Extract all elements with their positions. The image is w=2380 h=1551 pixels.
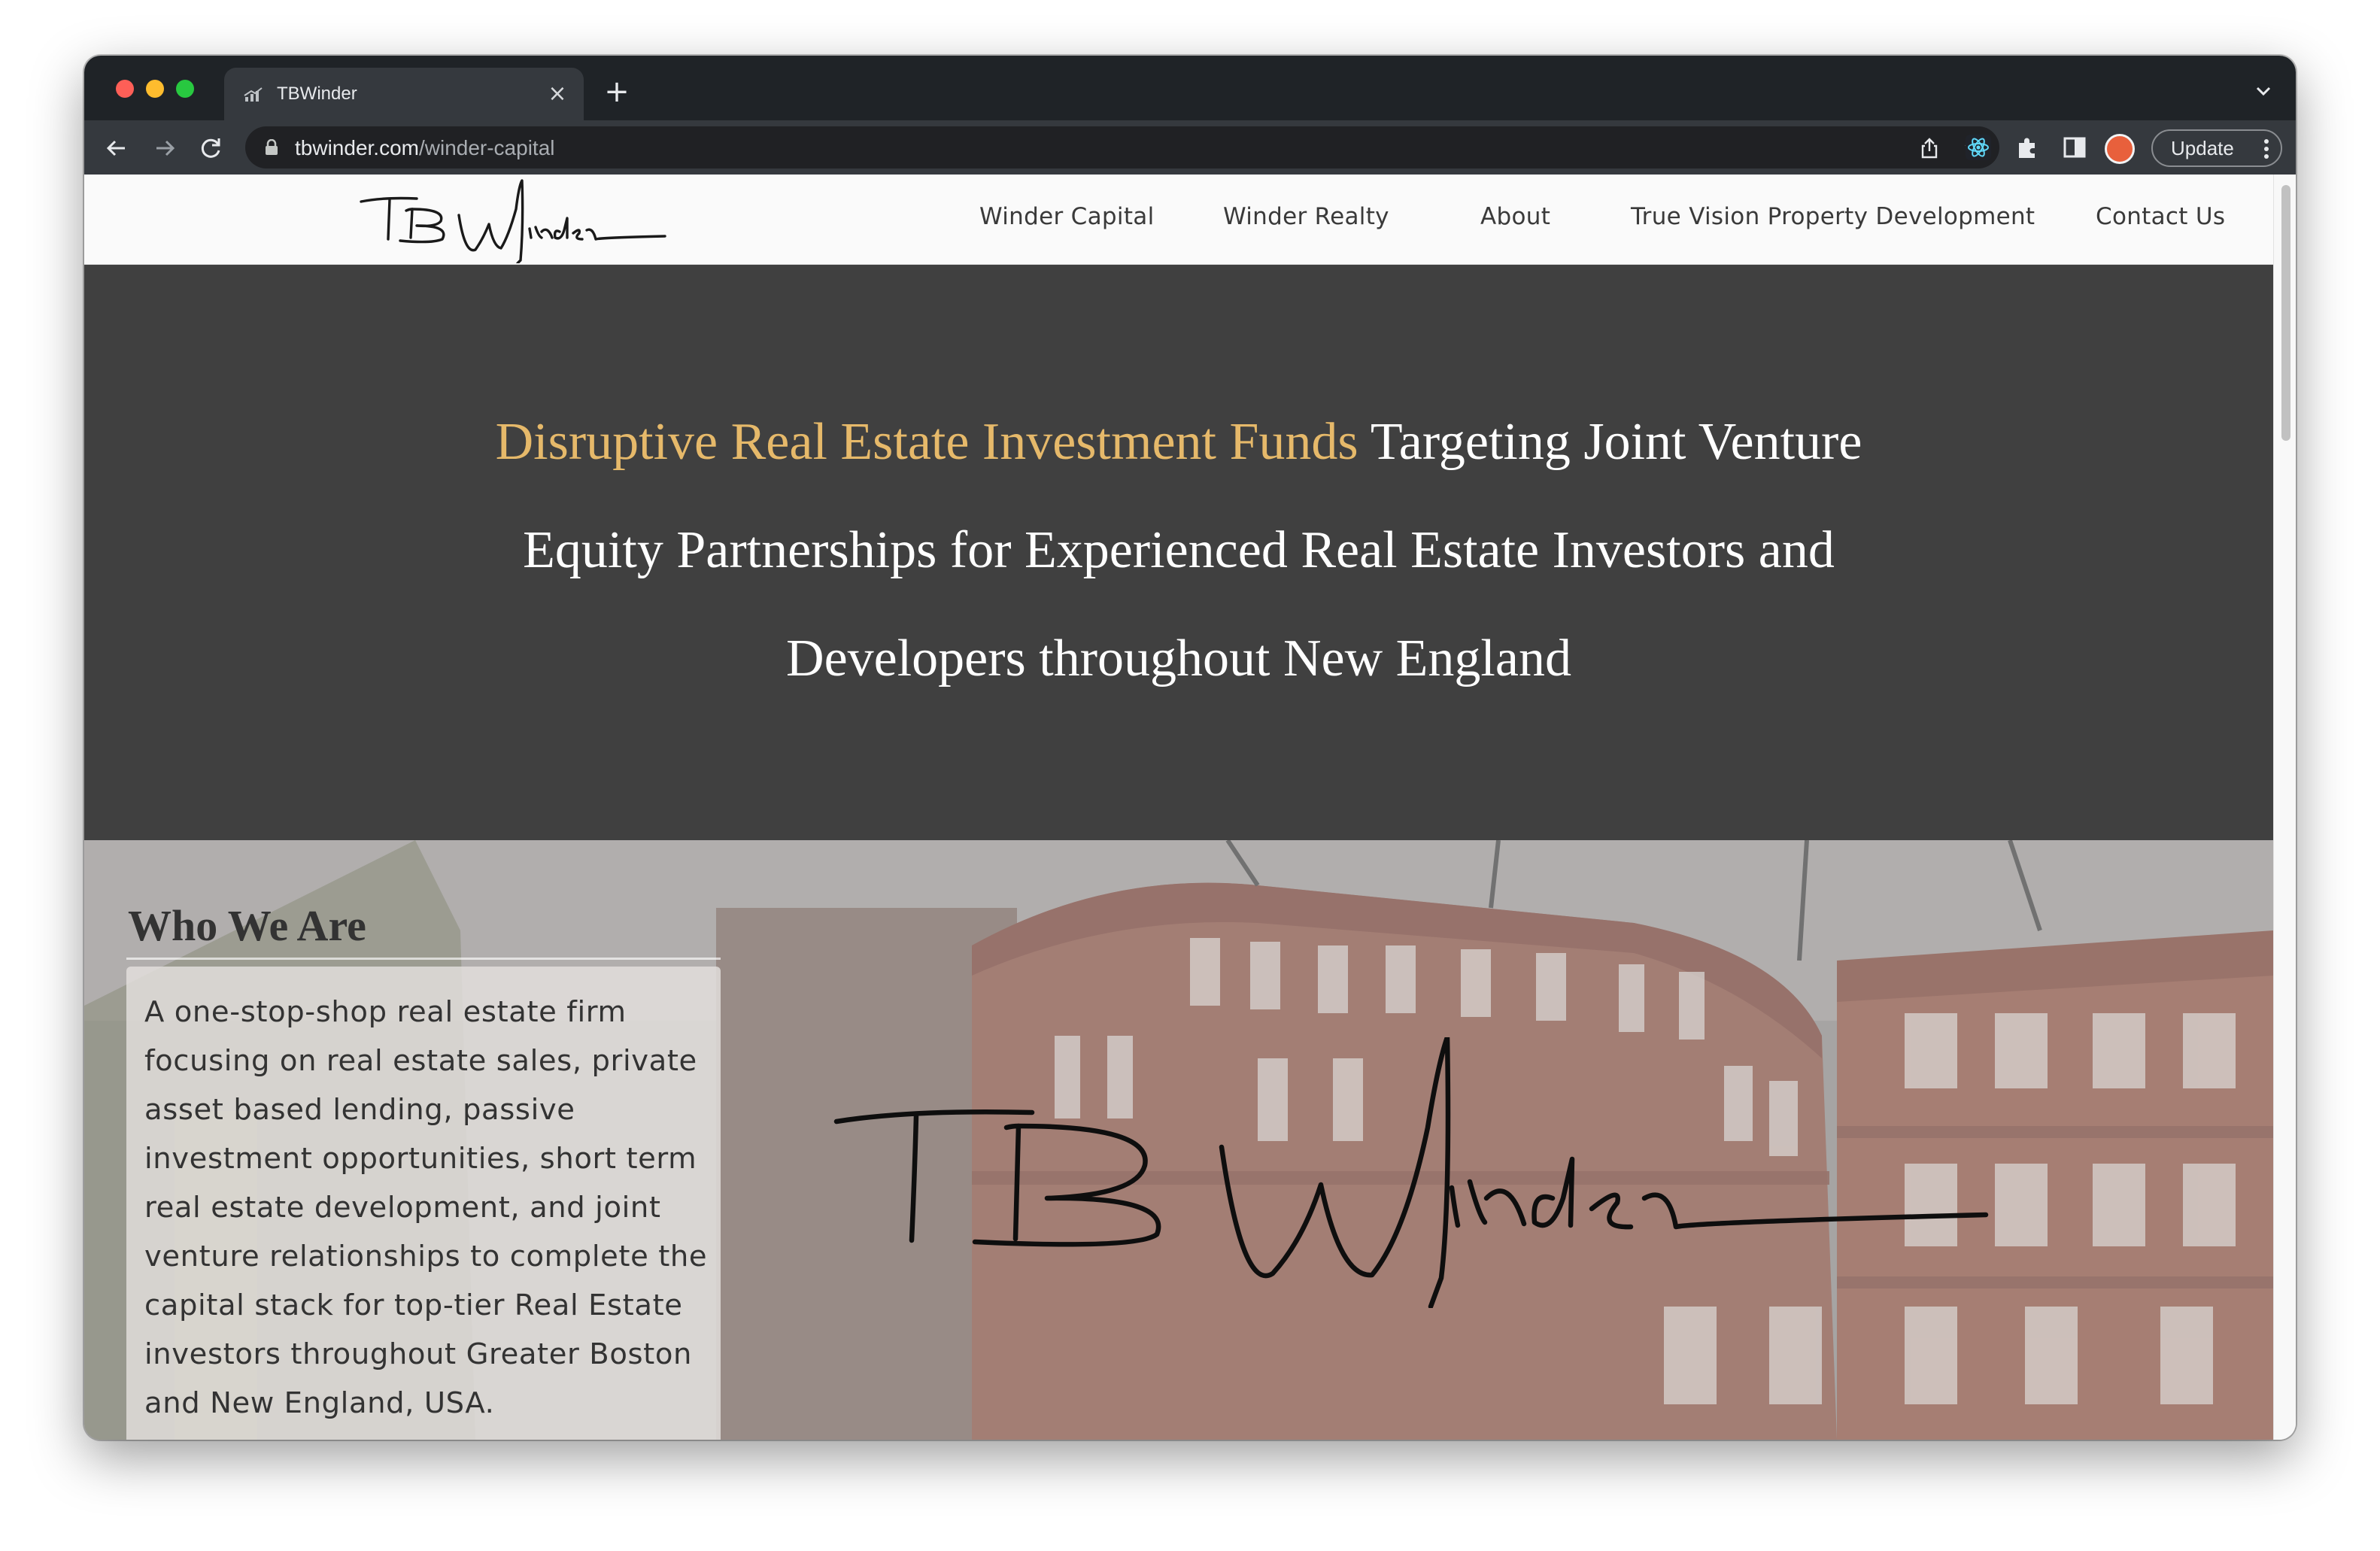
tbwinder-signature-logo <box>833 1037 1989 1308</box>
extensions-icon[interactable] <box>2014 134 2042 161</box>
nav-winder-realty[interactable]: Winder Realty <box>1223 203 1389 230</box>
nav-true-vision[interactable]: True Vision Property Development <box>1631 203 2035 230</box>
nav-winder-capital[interactable]: Winder Capital <box>979 203 1154 230</box>
new-tab-button[interactable]: + <box>602 77 632 108</box>
page-scrollbar[interactable] <box>2273 175 2296 1440</box>
who-we-are-title: Who We Are <box>128 901 366 950</box>
page-viewport: Winder Capital Winder Realty About True … <box>84 175 2296 1440</box>
close-window-button[interactable] <box>116 80 134 98</box>
tab-close-icon[interactable]: × <box>545 81 570 107</box>
hero-heading: Disruptive Real Estate Investment Funds … <box>475 388 1882 713</box>
react-devtools-icon[interactable] <box>1965 134 1992 161</box>
nav-about[interactable]: About <box>1480 203 1550 230</box>
browser-toolbar: tbwinder.com/winder-capital Update <box>84 120 2296 175</box>
sidebar-icon[interactable] <box>2061 134 2088 161</box>
reload-icon[interactable] <box>199 135 224 161</box>
tab-strip: TBWinder × + <box>84 56 2296 120</box>
forward-arrow-icon[interactable] <box>152 135 178 161</box>
update-button[interactable]: Update <box>2151 129 2282 167</box>
site-header: Winder Capital Winder Realty About True … <box>84 175 2273 265</box>
scrollbar-thumb[interactable] <box>2281 185 2290 441</box>
more-icon[interactable] <box>2263 138 2270 159</box>
tab-title: TBWinder <box>277 83 357 104</box>
nav-contact-us[interactable]: Contact Us <box>2096 203 2225 230</box>
hero-accent-text: Disruptive Real Estate Investment Funds <box>495 413 1358 471</box>
favicon-icon <box>244 87 263 102</box>
who-we-are-text: A one-stop-shop real estate firm focusin… <box>144 995 708 1420</box>
url-text[interactable]: tbwinder.com/winder-capital <box>295 136 555 160</box>
share-icon[interactable] <box>1918 137 1941 159</box>
tbwinder-logo[interactable] <box>357 179 672 263</box>
minimize-window-button[interactable] <box>146 80 164 98</box>
title-underline <box>126 958 721 960</box>
maximize-window-button[interactable] <box>176 80 194 98</box>
browser-window: TBWinder × + tbwinder.com/winder-capital <box>84 56 2296 1440</box>
profile-avatar[interactable] <box>2105 134 2135 164</box>
address-bar[interactable]: tbwinder.com/winder-capital <box>245 126 1999 168</box>
chevron-down-icon[interactable] <box>2251 78 2276 104</box>
back-arrow-icon[interactable] <box>104 135 129 161</box>
who-we-are-card: A one-stop-shop real estate firm focusin… <box>126 967 721 1440</box>
who-we-are-section: Who We Are A one-stop-shop real estate f… <box>84 840 2273 1440</box>
lock-icon[interactable] <box>265 139 278 156</box>
hero-banner: Disruptive Real Estate Investment Funds … <box>84 265 2273 840</box>
tab-tbwinder[interactable]: TBWinder × <box>224 68 584 120</box>
